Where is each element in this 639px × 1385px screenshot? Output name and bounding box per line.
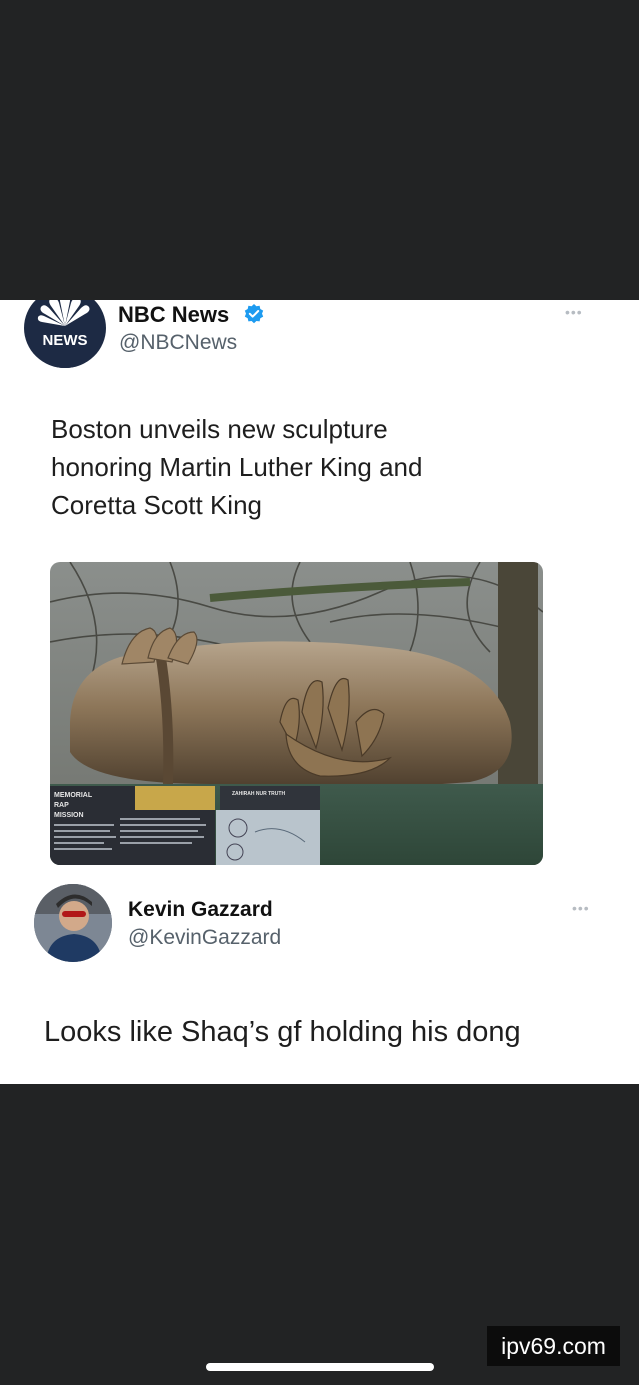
kevin-avatar[interactable] xyxy=(34,884,112,962)
reply-author-name[interactable]: Kevin Gazzard xyxy=(128,898,273,922)
verified-badge-icon xyxy=(244,304,264,324)
tweet-text: Boston unveils new sculpture honoring Ma… xyxy=(51,410,521,524)
tweet-photo[interactable]: MEMORIAL RAP MISSION ZAHIRAH NUR TRUTH xyxy=(50,562,543,865)
reply-more-icon[interactable]: ••• xyxy=(572,900,590,916)
nbc-avatar[interactable]: NEWS xyxy=(24,300,106,368)
watermark: ipv69.com xyxy=(487,1326,620,1366)
tweet-text-line: Coretta Scott King xyxy=(51,490,262,520)
reply-author-handle[interactable]: @KevinGazzard xyxy=(128,926,281,950)
tweet-author-name[interactable]: NBC News xyxy=(118,302,229,328)
nbc-avatar-text: NEWS xyxy=(43,332,88,349)
tweet-author-handle[interactable]: @NBCNews xyxy=(119,331,237,355)
top-dark-band xyxy=(0,0,639,300)
sign-right-title: ZAHIRAH NUR TRUTH xyxy=(232,791,285,797)
nbc-peacock-icon: NEWS xyxy=(25,300,105,368)
sign-left-line: MISSION xyxy=(54,812,84,819)
tweet-screenshot-card: NEWS NBC News @NBCNews ••• Boston unveil… xyxy=(0,300,639,1084)
user-avatar-icon xyxy=(34,884,112,962)
sign-left-line: MEMORIAL xyxy=(54,792,93,799)
tweet-text-line: honoring Martin Luther King and xyxy=(51,452,423,482)
home-indicator[interactable] xyxy=(206,1363,434,1371)
reply-text: Looks like Shaq’s gf holding his dong xyxy=(44,1016,521,1048)
sculpture-photo: MEMORIAL RAP MISSION ZAHIRAH NUR TRUTH xyxy=(50,562,543,865)
tweet-text-line: Boston unveils new sculpture xyxy=(51,414,388,444)
sign-left-line: RAP xyxy=(54,802,69,809)
tweet-more-icon[interactable]: ••• xyxy=(565,304,583,320)
